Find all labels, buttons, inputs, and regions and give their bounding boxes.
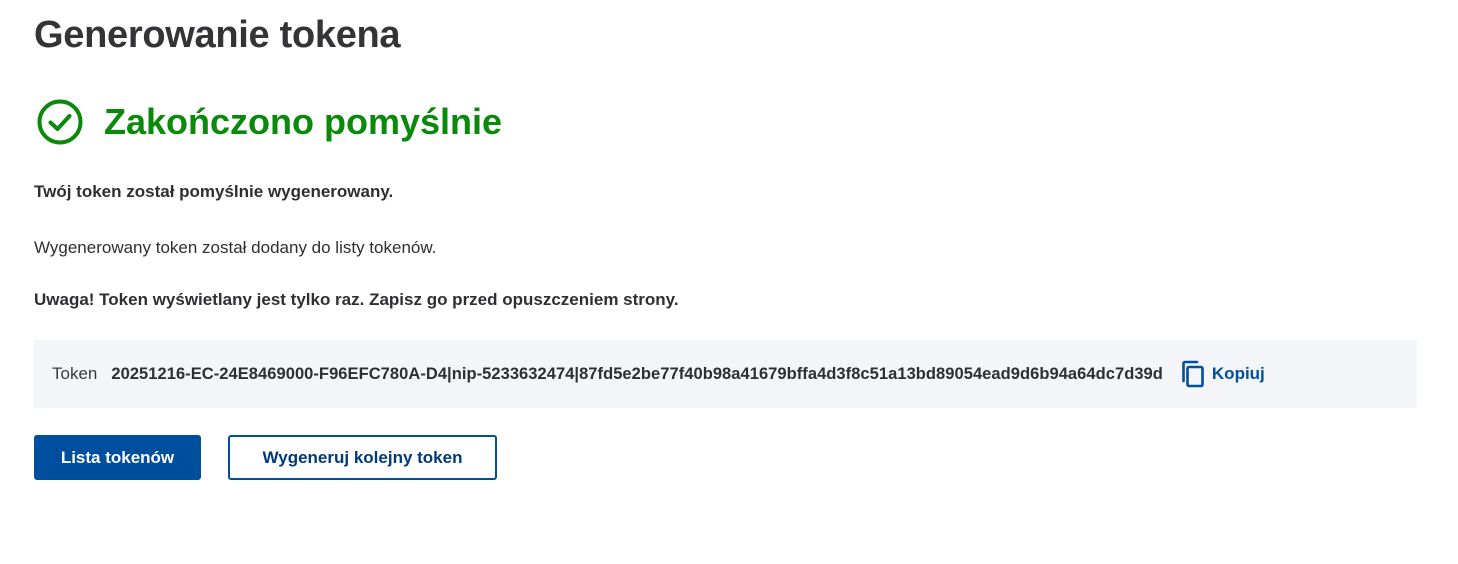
copy-icon <box>1182 360 1204 388</box>
success-status: Zakończono pomyślnie <box>36 98 502 146</box>
token-panel: Token 20251216-EC-24E8469000-F96EFC780A-… <box>34 340 1417 408</box>
copy-button[interactable]: Kopiuj <box>1181 360 1265 388</box>
check-circle-icon <box>37 99 83 145</box>
success-heading: Zakończono pomyślnie <box>104 101 503 142</box>
token-label: Token <box>52 364 98 383</box>
info-message: Wygenerowany token został dodany do list… <box>34 238 437 257</box>
copy-button-label: Kopiuj <box>1211 364 1265 383</box>
token-list-button[interactable]: Lista tokenów <box>34 435 201 480</box>
page-title: Generowanie tokena <box>34 14 401 56</box>
warning-message: Uwaga! Token wyświetlany jest tylko raz.… <box>34 290 679 309</box>
success-message: Twój token został pomyślnie wygenerowany… <box>34 182 394 201</box>
token-value: 20251216-EC-24E8469000-F96EFC780A-D4|nip… <box>111 364 1163 383</box>
generate-another-token-button[interactable]: Wygeneruj kolejny token <box>228 435 497 480</box>
